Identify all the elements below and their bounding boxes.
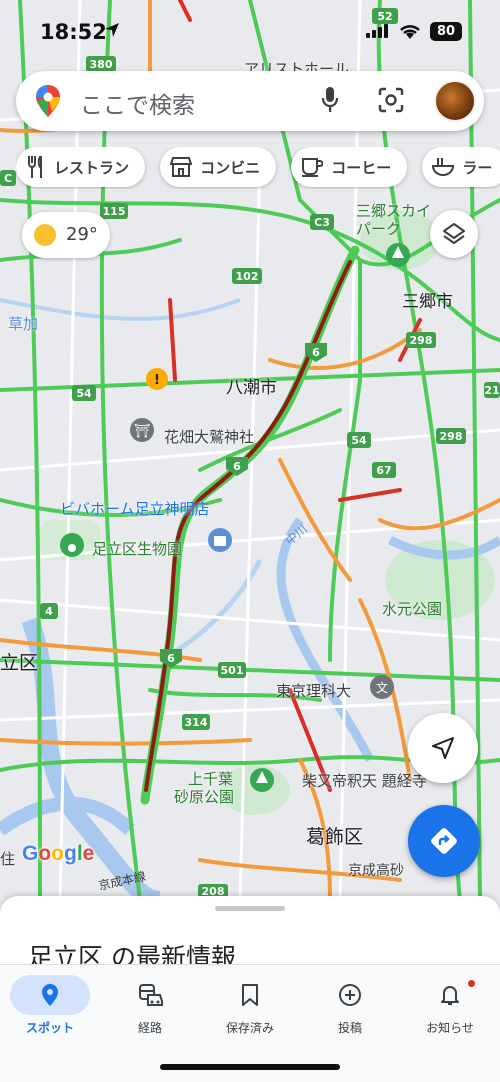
coffee-icon: [302, 158, 324, 177]
nav-updates[interactable]: お知らせ: [400, 971, 500, 1037]
ramen-icon: [432, 158, 455, 176]
nav-saved[interactable]: 保存済み: [200, 971, 300, 1037]
svg-text:6: 6: [312, 346, 320, 359]
category-chips: レストラン コンビニ コーヒー ラー: [16, 147, 500, 189]
nav-icon-container: [410, 975, 490, 1015]
nav-icon-container: [210, 975, 290, 1015]
navigation-arrow-icon: [432, 737, 454, 759]
chip-label: コーヒー: [331, 158, 392, 177]
svg-text:67: 67: [376, 464, 391, 477]
nav-label: 投稿: [337, 1021, 362, 1035]
sun-icon: [34, 224, 56, 246]
bookmark-icon: [242, 984, 258, 1006]
search-bar[interactable]: ここで検索: [16, 71, 484, 131]
nav-icon-container: [10, 975, 90, 1015]
svg-text:501: 501: [221, 664, 244, 677]
status-bar: 18:52 80: [0, 0, 500, 64]
svg-text:102: 102: [236, 270, 259, 283]
location-arrow-icon: [105, 23, 119, 37]
layers-icon: [443, 223, 465, 244]
notification-dot: [467, 979, 476, 988]
search-input[interactable]: ここで検索: [80, 86, 195, 120]
chip-ramen[interactable]: ラー: [422, 147, 500, 187]
svg-text:C3: C3: [314, 216, 330, 229]
svg-text:⛩: ⛩: [134, 423, 151, 439]
svg-text:6: 6: [233, 460, 241, 473]
google-maps-pin-icon: [36, 85, 60, 117]
nav-label: お知らせ: [426, 1021, 474, 1035]
battery-indicator: 80: [430, 22, 462, 41]
chip-coffee[interactable]: コーヒー: [291, 147, 408, 187]
nav-label: 保存済み: [225, 1021, 274, 1035]
chip-label: コンビニ: [200, 158, 261, 177]
wifi-icon: [400, 25, 420, 39]
bell-icon: [441, 986, 459, 1005]
microphone-icon[interactable]: [321, 87, 339, 113]
restaurant-icon: [28, 156, 42, 178]
nav-explore[interactable]: スポット: [0, 971, 100, 1037]
weather-badge[interactable]: 29°: [22, 212, 110, 258]
svg-text:21: 21: [484, 384, 499, 397]
weather-temperature: 29°: [66, 224, 98, 245]
avatar[interactable]: [434, 80, 476, 122]
svg-text:4: 4: [45, 605, 53, 618]
svg-text:298: 298: [440, 430, 463, 443]
store-icon: [170, 157, 193, 177]
svg-text:298: 298: [410, 334, 433, 347]
nav-commute[interactable]: 経路: [100, 971, 200, 1037]
directions-icon: [431, 828, 457, 854]
svg-text:115: 115: [103, 205, 126, 218]
signal-icon: [366, 24, 388, 38]
chip-label: ラー: [462, 158, 493, 177]
nav-contribute[interactable]: 投稿: [300, 971, 400, 1037]
chip-restaurant[interactable]: レストラン: [16, 147, 146, 187]
svg-text:文: 文: [376, 680, 388, 695]
chip-label: レストラン: [54, 158, 130, 177]
commute-icon: [139, 984, 163, 1006]
svg-text:C: C: [4, 172, 12, 185]
nav-label: スポット: [25, 1021, 74, 1035]
nav-icon-container: [110, 975, 190, 1015]
nav-label: 経路: [137, 1021, 162, 1035]
google-logo: Google: [22, 842, 95, 865]
directions-button[interactable]: [408, 805, 480, 877]
location-pin-icon: [42, 984, 58, 1006]
svg-text:6: 6: [167, 652, 175, 665]
svg-text:314: 314: [185, 716, 208, 729]
nav-icon-container: [310, 975, 390, 1015]
home-indicator: [160, 1064, 340, 1070]
status-time: 18:52: [40, 20, 107, 44]
chip-convenience-store[interactable]: コンビニ: [160, 147, 277, 187]
lens-camera-icon[interactable]: [378, 87, 404, 113]
sheet-drag-handle[interactable]: [215, 906, 285, 911]
svg-text:!: !: [154, 373, 160, 388]
layers-button[interactable]: [430, 210, 478, 258]
add-circle-icon: [339, 984, 361, 1006]
my-location-button[interactable]: [408, 713, 478, 783]
svg-text:54: 54: [351, 434, 367, 447]
svg-text:54: 54: [76, 387, 92, 400]
